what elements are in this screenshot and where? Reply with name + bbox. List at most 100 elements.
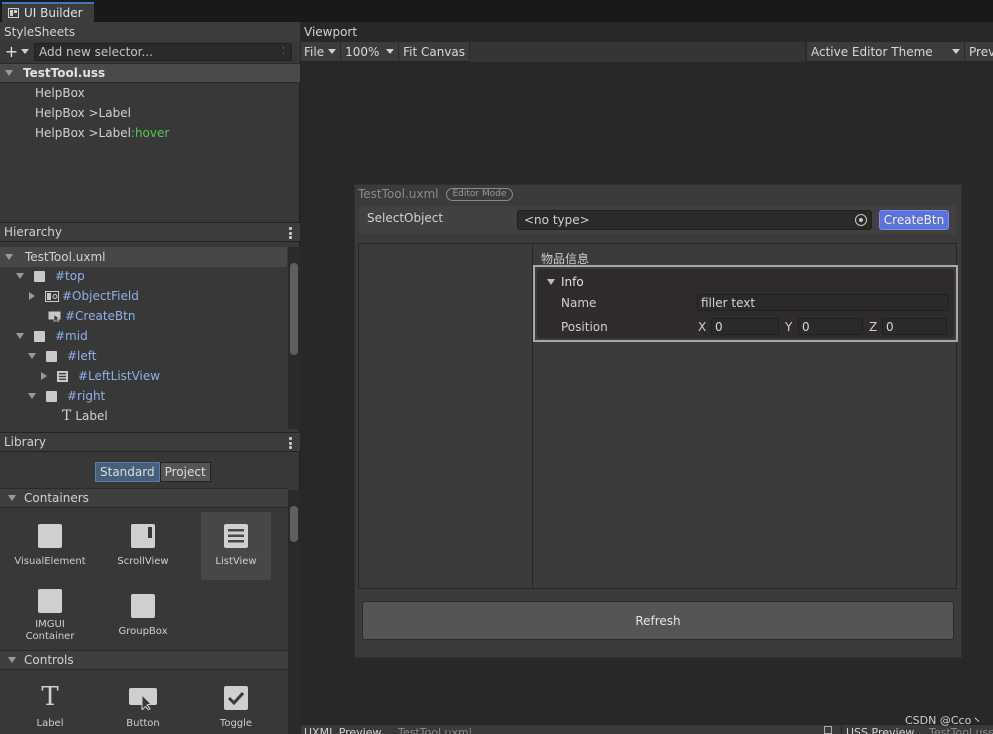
tab-project[interactable]: Project bbox=[159, 462, 211, 482]
toolbar-spacer bbox=[470, 41, 806, 62]
position-x-field[interactable]: 0 bbox=[711, 318, 779, 335]
editor-mode-badge: Editor Mode bbox=[446, 187, 513, 201]
library-item-label-control[interactable]: T Label bbox=[15, 674, 85, 734]
expand-arrow-icon bbox=[28, 353, 36, 359]
name-field[interactable]: filler text bbox=[697, 294, 949, 311]
stylesheets-toolbar: + Add new selector... ⁚ bbox=[0, 41, 300, 62]
selector-row[interactable]: HelpBox >Label bbox=[0, 103, 300, 123]
file-menu-button[interactable]: File bbox=[301, 41, 342, 62]
expand-arrow-icon bbox=[5, 70, 13, 76]
library-item-visualelement[interactable]: VisualElement bbox=[14, 512, 86, 580]
create-button[interactable]: CreateBtn bbox=[879, 210, 949, 230]
hierarchy-item-mid[interactable]: #mid bbox=[0, 326, 300, 346]
fit-canvas-button[interactable]: Fit Canvas bbox=[399, 41, 471, 62]
info-foldout-header[interactable]: Info bbox=[547, 275, 584, 289]
scroll-view-icon bbox=[131, 524, 155, 548]
viewport-header: Viewport bbox=[301, 22, 993, 42]
add-selector-placeholder: Add new selector... bbox=[39, 44, 153, 59]
zoom-dropdown[interactable]: 100% bbox=[341, 41, 400, 62]
stylesheet-file-row[interactable]: TestTool.uss bbox=[0, 63, 300, 83]
collapse-arrow-icon bbox=[29, 292, 35, 300]
position-x-label: X bbox=[698, 320, 707, 334]
hierarchy-item-left[interactable]: #left bbox=[0, 346, 300, 366]
object-field[interactable]: <no type> bbox=[517, 210, 872, 230]
selector-base: HelpBox bbox=[35, 86, 85, 100]
object-field-value: <no type> bbox=[524, 213, 590, 227]
visual-element-icon bbox=[34, 270, 45, 282]
stylesheet-file-name: TestTool.uss bbox=[23, 66, 106, 80]
hierarchy-item-objectfield[interactable]: #ObjectField bbox=[0, 286, 300, 306]
library-item-button[interactable]: Button bbox=[108, 674, 178, 734]
uxml-preview-label[interactable]: UXML Preview bbox=[304, 726, 382, 734]
object-picker-icon[interactable] bbox=[855, 214, 867, 226]
library-scroll-thumb[interactable] bbox=[290, 506, 298, 542]
object-field-icon bbox=[45, 290, 59, 302]
add-stylesheet-button[interactable]: + bbox=[0, 42, 34, 61]
stylesheets-title: StyleSheets bbox=[4, 24, 76, 39]
selector-base: HelpBox >Label bbox=[35, 106, 131, 120]
visual-element-icon bbox=[46, 390, 57, 402]
document-title-label: TestTool.uxml bbox=[358, 187, 439, 201]
watermark: CSDN @Cco丶 bbox=[905, 714, 983, 727]
library-menu-icon[interactable] bbox=[289, 437, 292, 449]
hierarchy-header: Hierarchy bbox=[0, 222, 300, 242]
tab-ui-builder[interactable]: UI Builder bbox=[2, 2, 94, 22]
expand-arrow-icon bbox=[8, 495, 16, 501]
text-icon: T bbox=[62, 408, 72, 424]
library-item-label: ListView bbox=[215, 556, 257, 567]
library-header: Library bbox=[0, 432, 300, 452]
text-icon: T bbox=[41, 682, 59, 712]
tab-standard[interactable]: Standard bbox=[95, 462, 160, 482]
hierarchy-item-right[interactable]: #right bbox=[0, 386, 300, 406]
uxml-preview-file: TestTool.uxml bbox=[398, 726, 472, 734]
library-item-label: IMGUI Container bbox=[25, 619, 75, 642]
hierarchy-menu-icon[interactable] bbox=[289, 227, 292, 239]
preview-button[interactable]: Prev bbox=[965, 42, 993, 62]
hierarchy-item-label: #CreateBtn bbox=[65, 309, 136, 323]
theme-dropdown[interactable]: Active Editor Theme bbox=[806, 41, 965, 62]
hierarchy-scroll-thumb[interactable] bbox=[290, 263, 298, 355]
library-item-groupbox[interactable]: GroupBox bbox=[108, 582, 178, 650]
hierarchy-item-label-element[interactable]: T Label bbox=[0, 406, 300, 426]
refresh-button[interactable]: Refresh bbox=[362, 601, 954, 640]
expand-arrow-icon bbox=[16, 333, 24, 339]
hierarchy-root-row[interactable]: TestTool.uxml bbox=[0, 247, 287, 267]
add-selector-input[interactable]: Add new selector... ⁚ bbox=[34, 42, 292, 61]
chevron-down-icon bbox=[328, 49, 337, 54]
viewport-toolbar: File 100% Fit Canvas Active Editor Theme… bbox=[301, 41, 993, 62]
hierarchy-item-leftlistview[interactable]: #LeftListView bbox=[0, 366, 300, 386]
library-item-scrollview[interactable]: ScrollView bbox=[108, 512, 178, 580]
name-value: filler text bbox=[701, 295, 756, 310]
plus-icon: + bbox=[4, 42, 19, 61]
hierarchy-item-label: Label bbox=[75, 409, 108, 423]
visual-element-icon bbox=[38, 524, 62, 548]
fit-canvas-label: Fit Canvas bbox=[403, 44, 466, 59]
position-z-value: 0 bbox=[886, 319, 894, 334]
hierarchy-item-createbtn[interactable]: #CreateBtn bbox=[0, 306, 300, 326]
position-y-field[interactable]: 0 bbox=[798, 318, 863, 335]
containers-section-header[interactable]: Containers bbox=[0, 488, 288, 508]
library-item-toggle[interactable]: Toggle bbox=[201, 674, 271, 734]
open-external-icon[interactable] bbox=[824, 726, 832, 734]
expand-arrow-icon bbox=[5, 254, 13, 260]
tab-ui-builder-label: UI Builder bbox=[24, 6, 83, 20]
viewport-title: Viewport bbox=[304, 25, 358, 39]
controls-section-header[interactable]: Controls bbox=[0, 650, 288, 670]
ui-builder-icon bbox=[8, 8, 19, 18]
expand-arrow-icon bbox=[8, 657, 16, 663]
list-view-icon bbox=[57, 370, 68, 382]
library-scrollbar[interactable] bbox=[288, 490, 300, 734]
hierarchy-scrollbar[interactable] bbox=[288, 247, 300, 429]
library-item-imgui-container[interactable]: IMGUI Container bbox=[15, 578, 85, 646]
library-item-listview[interactable]: ListView bbox=[201, 512, 271, 580]
select-object-label: SelectObject bbox=[367, 211, 444, 225]
file-menu-label: File bbox=[304, 44, 325, 59]
group-box-icon bbox=[131, 594, 155, 618]
name-label: Name bbox=[561, 296, 597, 310]
selector-row[interactable]: HelpBox bbox=[0, 83, 300, 103]
selector-row[interactable]: HelpBox >Label :hover bbox=[0, 123, 300, 143]
position-z-field[interactable]: 0 bbox=[882, 318, 947, 335]
hierarchy-item-label: #mid bbox=[55, 329, 88, 343]
hierarchy-item-top[interactable]: #top bbox=[0, 266, 300, 286]
left-list-view[interactable] bbox=[358, 243, 533, 589]
